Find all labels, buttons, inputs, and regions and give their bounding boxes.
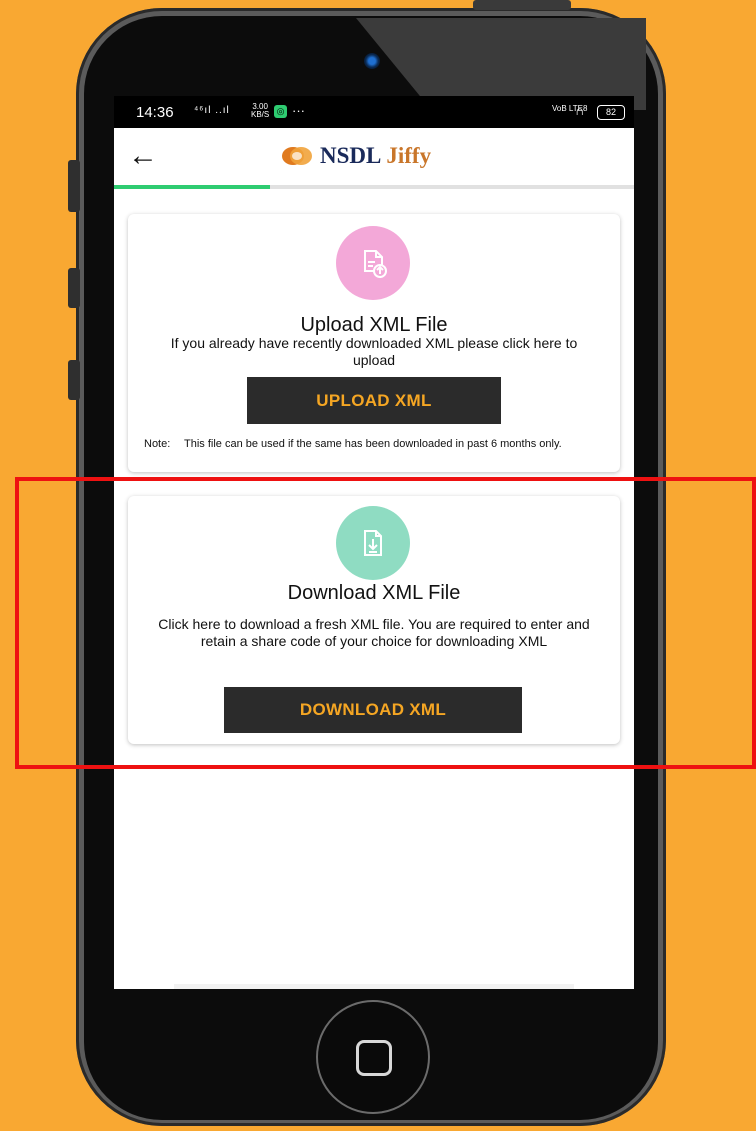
- progress-bar-fill: [114, 185, 270, 189]
- app-header: ← NSDL Jiffy: [114, 128, 634, 186]
- upload-xml-button[interactable]: UPLOAD XML: [247, 377, 501, 424]
- highlight-box: [15, 477, 756, 769]
- upload-card: Upload XML File If you already have rece…: [128, 214, 620, 472]
- battery-icon: 82: [597, 105, 625, 120]
- signal-icon: ⁴⁶ıl ..ıl: [194, 105, 230, 116]
- home-button[interactable]: [316, 1000, 430, 1114]
- progress-bar: [114, 185, 634, 189]
- nsdl-jiffy-logo: NSDL Jiffy: [280, 140, 431, 172]
- speed-unit: KB/S: [251, 110, 270, 119]
- network-speed: 3.00 KB/S: [251, 103, 269, 119]
- logo-mark-icon: [282, 147, 312, 165]
- upload-note: Note: This file can be used if the same …: [144, 438, 604, 450]
- logo-primary-text: NSDL: [320, 143, 382, 168]
- mute-switch: [68, 160, 80, 212]
- upload-card-description: If you already have recently downloaded …: [170, 335, 578, 368]
- arrow-left-icon: ←: [128, 139, 158, 172]
- upload-file-icon: [336, 226, 410, 300]
- notification-app-icon: ◎: [274, 105, 287, 118]
- more-notifications-icon: ···: [292, 103, 305, 118]
- volume-up-button: [68, 268, 80, 308]
- status-bar: 14:36 ⁴⁶ıl ..ıl 3.00 KB/S ◎ ··· VoB LTE8…: [114, 96, 634, 128]
- headset-icon: ∩: [575, 103, 585, 118]
- note-label: Note:: [144, 438, 171, 450]
- back-button[interactable]: ←: [128, 136, 158, 176]
- bottom-nav-hint: [174, 984, 574, 989]
- note-text: This file can be used if the same has be…: [184, 438, 562, 450]
- front-camera: [364, 53, 380, 69]
- home-square-icon: [356, 1040, 392, 1076]
- status-time: 14:36: [136, 104, 174, 121]
- power-button: [473, 0, 571, 10]
- volume-down-button: [68, 360, 80, 400]
- upload-card-title: Upload XML File: [300, 314, 448, 336]
- logo-secondary-text: Jiffy: [386, 143, 432, 168]
